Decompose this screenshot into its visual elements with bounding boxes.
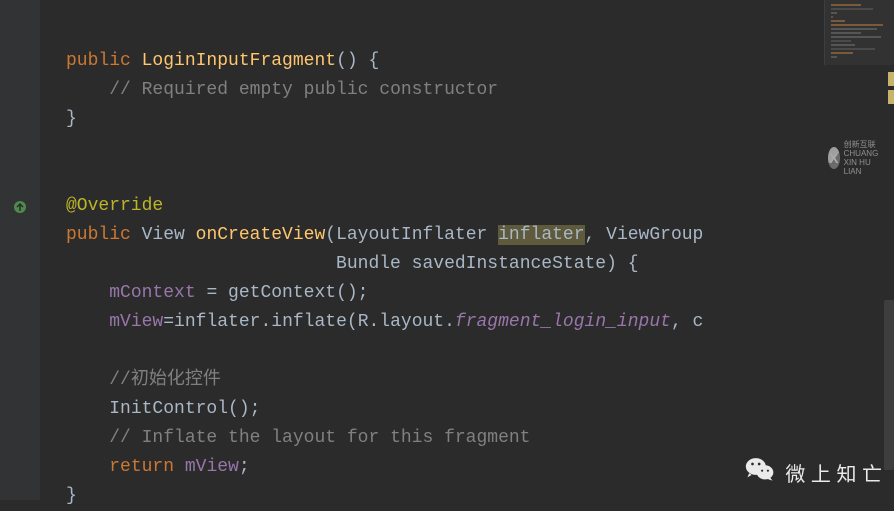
field-mview: mView (109, 312, 163, 332)
param-type: LayoutInflater (336, 225, 498, 245)
comma: , (585, 225, 607, 245)
annotation-override: @Override (66, 196, 163, 216)
initcontrol-call: InitControl(); (109, 399, 260, 419)
indent (66, 457, 109, 477)
wechat-text: 微 上 知 亡 (785, 458, 882, 487)
param-type: ViewGroup (606, 225, 703, 245)
wechat-overlay: 微 上 知 亡 (745, 454, 882, 490)
indent (66, 370, 109, 390)
keyword-return: return (109, 457, 185, 477)
indent (66, 399, 109, 419)
paren: () { (336, 51, 379, 71)
diff-marker[interactable] (888, 90, 894, 104)
comment: // Required empty public constructor (109, 80, 498, 100)
diff-marker[interactable] (888, 72, 894, 86)
field-mcontext: mContext (109, 283, 195, 303)
watermark-text-line1: 创新互联 (844, 140, 888, 149)
keyword-public: public (66, 51, 142, 71)
indent (66, 428, 109, 448)
keyword-public: public (66, 225, 142, 245)
wechat-icon (745, 454, 775, 490)
semicolon: ; (239, 457, 250, 477)
brace-close: } (66, 486, 77, 506)
r-layout: R.layout. (358, 312, 455, 332)
minimap-content (831, 4, 883, 60)
assign-getcontext: = getContext(); (196, 283, 369, 303)
vertical-scrollbar[interactable] (884, 300, 894, 470)
gutter (0, 0, 40, 500)
method-name: onCreateView (196, 225, 326, 245)
comma-cont: , c (671, 312, 703, 332)
paren-open: ( (325, 225, 336, 245)
param-name: savedInstanceState (412, 254, 606, 274)
layout-resource: fragment_login_input (455, 312, 671, 332)
constructor-name: LoginInputFragment (142, 51, 336, 71)
comment-inflate: // Inflate the layout for this fragment (109, 428, 530, 448)
inflate-call: inflater.inflate( (174, 312, 358, 332)
indent (66, 312, 109, 332)
comment-cn: //初始化控件 (109, 370, 221, 390)
code-editor[interactable]: public LoginInputFragment() { // Require… (40, 0, 703, 511)
brace-close: } (66, 109, 77, 129)
watermark-logo: 创新互联 CHUANG XIN HU LIAN (828, 138, 888, 178)
return-type: View (142, 225, 196, 245)
param-type: Bundle (336, 254, 412, 274)
indent (66, 283, 109, 303)
indent (66, 254, 336, 274)
equals: = (163, 312, 174, 332)
param-highlight-inflater: inflater (498, 225, 584, 245)
paren-close-brace: ) { (606, 254, 638, 274)
indent (66, 80, 109, 100)
field-mview: mView (185, 457, 239, 477)
watermark-text-line2: CHUANG XIN HU LIAN (844, 149, 888, 176)
override-gutter-icon[interactable] (13, 200, 27, 214)
minimap[interactable] (824, 0, 894, 65)
watermark-x-icon (828, 147, 840, 169)
